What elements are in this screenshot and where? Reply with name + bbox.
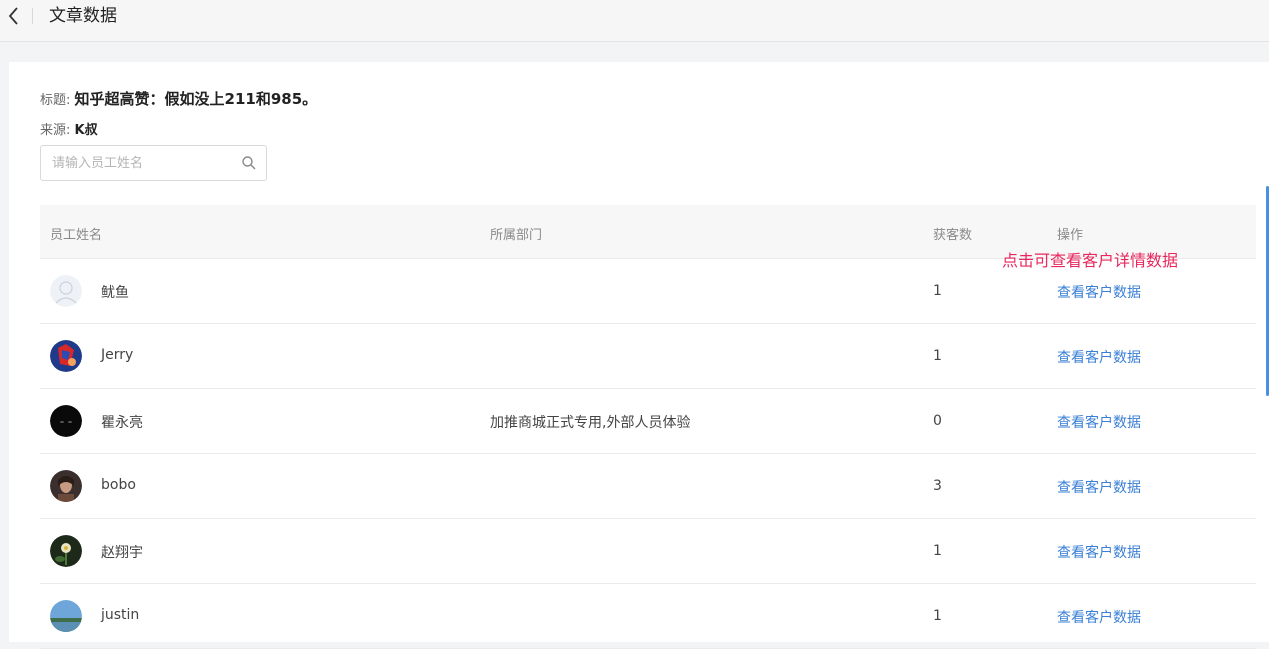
view-customer-data-link[interactable]: 查看客户数据 xyxy=(1057,542,1141,562)
view-customer-data-link[interactable]: 查看客户数据 xyxy=(1057,282,1141,302)
employee-department: 加推商城正式专用,外部人员体验 xyxy=(490,415,691,431)
employee-name: 瞿永亮 xyxy=(101,415,143,431)
employee-name: 赵翔宇 xyxy=(101,545,143,561)
avatar xyxy=(50,535,82,567)
avatar xyxy=(50,470,82,502)
divider xyxy=(32,8,33,24)
page-title: 文章数据 xyxy=(49,6,117,26)
table-row: 赵翔宇 1 查看客户数据 xyxy=(40,519,1256,584)
avatar xyxy=(50,275,82,307)
chevron-left-icon xyxy=(8,7,18,25)
avatar xyxy=(50,405,82,437)
column-header-count: 获客数 xyxy=(933,228,973,243)
employee-name: 鱿鱼 xyxy=(101,285,129,301)
employee-search xyxy=(40,145,267,181)
customer-count: 1 xyxy=(933,543,942,559)
content-card: 标题: 知乎超高赞：假如没上211和985。 来源: K叔 员工姓名 所属部门 … xyxy=(9,62,1269,649)
article-source-value: K叔 xyxy=(74,123,98,138)
table-row: justin 1 查看客户数据 xyxy=(40,584,1256,649)
customer-count: 1 xyxy=(933,283,942,299)
employee-name: Jerry xyxy=(101,347,134,363)
column-header-name: 员工姓名 xyxy=(50,228,103,243)
customer-count: 3 xyxy=(933,478,942,494)
view-customer-data-link[interactable]: 查看客户数据 xyxy=(1057,347,1141,367)
table-row: Jerry 1 查看客户数据 xyxy=(40,324,1256,389)
view-customer-data-link[interactable]: 查看客户数据 xyxy=(1057,477,1141,497)
employee-name: justin xyxy=(101,607,140,623)
column-header-action: 操作 xyxy=(1057,228,1084,243)
table-row: 鱿鱼 1 查看客户数据 xyxy=(40,259,1256,324)
employee-search-input[interactable] xyxy=(52,154,232,172)
customer-count: 1 xyxy=(933,348,942,364)
article-title-value: 知乎超高赞：假如没上211和985。 xyxy=(74,90,318,108)
back-button[interactable] xyxy=(4,5,24,27)
view-customer-data-link[interactable]: 查看客户数据 xyxy=(1057,412,1141,432)
customer-count: 1 xyxy=(933,608,942,624)
customer-count: 0 xyxy=(933,413,942,429)
column-header-department: 所属部门 xyxy=(490,228,543,243)
article-source-label: 来源: xyxy=(40,123,71,138)
avatar xyxy=(50,340,82,372)
top-bar: 文章数据 xyxy=(0,0,1269,42)
table-header: 员工姓名 所属部门 获客数 操作 点击可查看客户详情数据 xyxy=(40,205,1256,270)
avatar xyxy=(50,600,82,632)
table-row: bobo 3 查看客户数据 xyxy=(40,454,1256,519)
view-customer-data-link[interactable]: 查看客户数据 xyxy=(1057,607,1141,627)
employee-table: 员工姓名 所属部门 获客数 操作 点击可查看客户详情数据 鱿鱼 1 查看客户数据 xyxy=(40,205,1256,649)
search-icon[interactable] xyxy=(241,155,257,171)
employee-name: bobo xyxy=(101,477,136,493)
article-title-label: 标题: xyxy=(40,93,71,108)
article-title-row: 标题: 知乎超高赞：假如没上211和985。 xyxy=(40,88,317,109)
article-source-row: 来源: K叔 xyxy=(40,119,98,138)
table-row: 瞿永亮 加推商城正式专用,外部人员体验 0 查看客户数据 xyxy=(40,389,1256,454)
